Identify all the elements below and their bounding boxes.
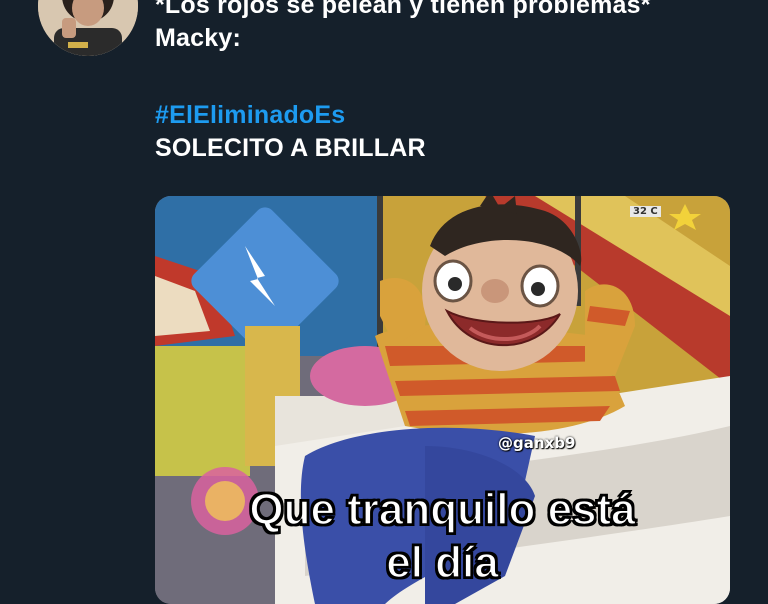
- tv-temperature-label: 32 C: [630, 206, 661, 217]
- tv-channel-overlay: 32 C: [620, 198, 706, 224]
- meme-caption-line-1: Que tranquilo está: [249, 485, 637, 535]
- tweet-body: *Los rojos se pelean y tienen problemas*…: [155, 0, 755, 165]
- tweet-line-4: SOLECITO A BRILLAR: [155, 134, 426, 162]
- tweet-media-image[interactable]: 32 C @ganxb9 Que tranquilo está el día: [155, 196, 730, 604]
- tweet-line-2: Macky:: [155, 24, 241, 52]
- image-watermark: @ganxb9: [498, 434, 576, 452]
- user-avatar[interactable]: [38, 0, 138, 56]
- hashtag-link[interactable]: #ElEliminadoEs: [155, 99, 755, 132]
- tweet-view: *Los rojos se pelean y tienen problemas*…: [0, 0, 768, 604]
- tweet-line-1: *Los rojos se pelean y tienen problemas*: [155, 0, 651, 19]
- meme-caption-line-2: el día: [385, 538, 499, 588]
